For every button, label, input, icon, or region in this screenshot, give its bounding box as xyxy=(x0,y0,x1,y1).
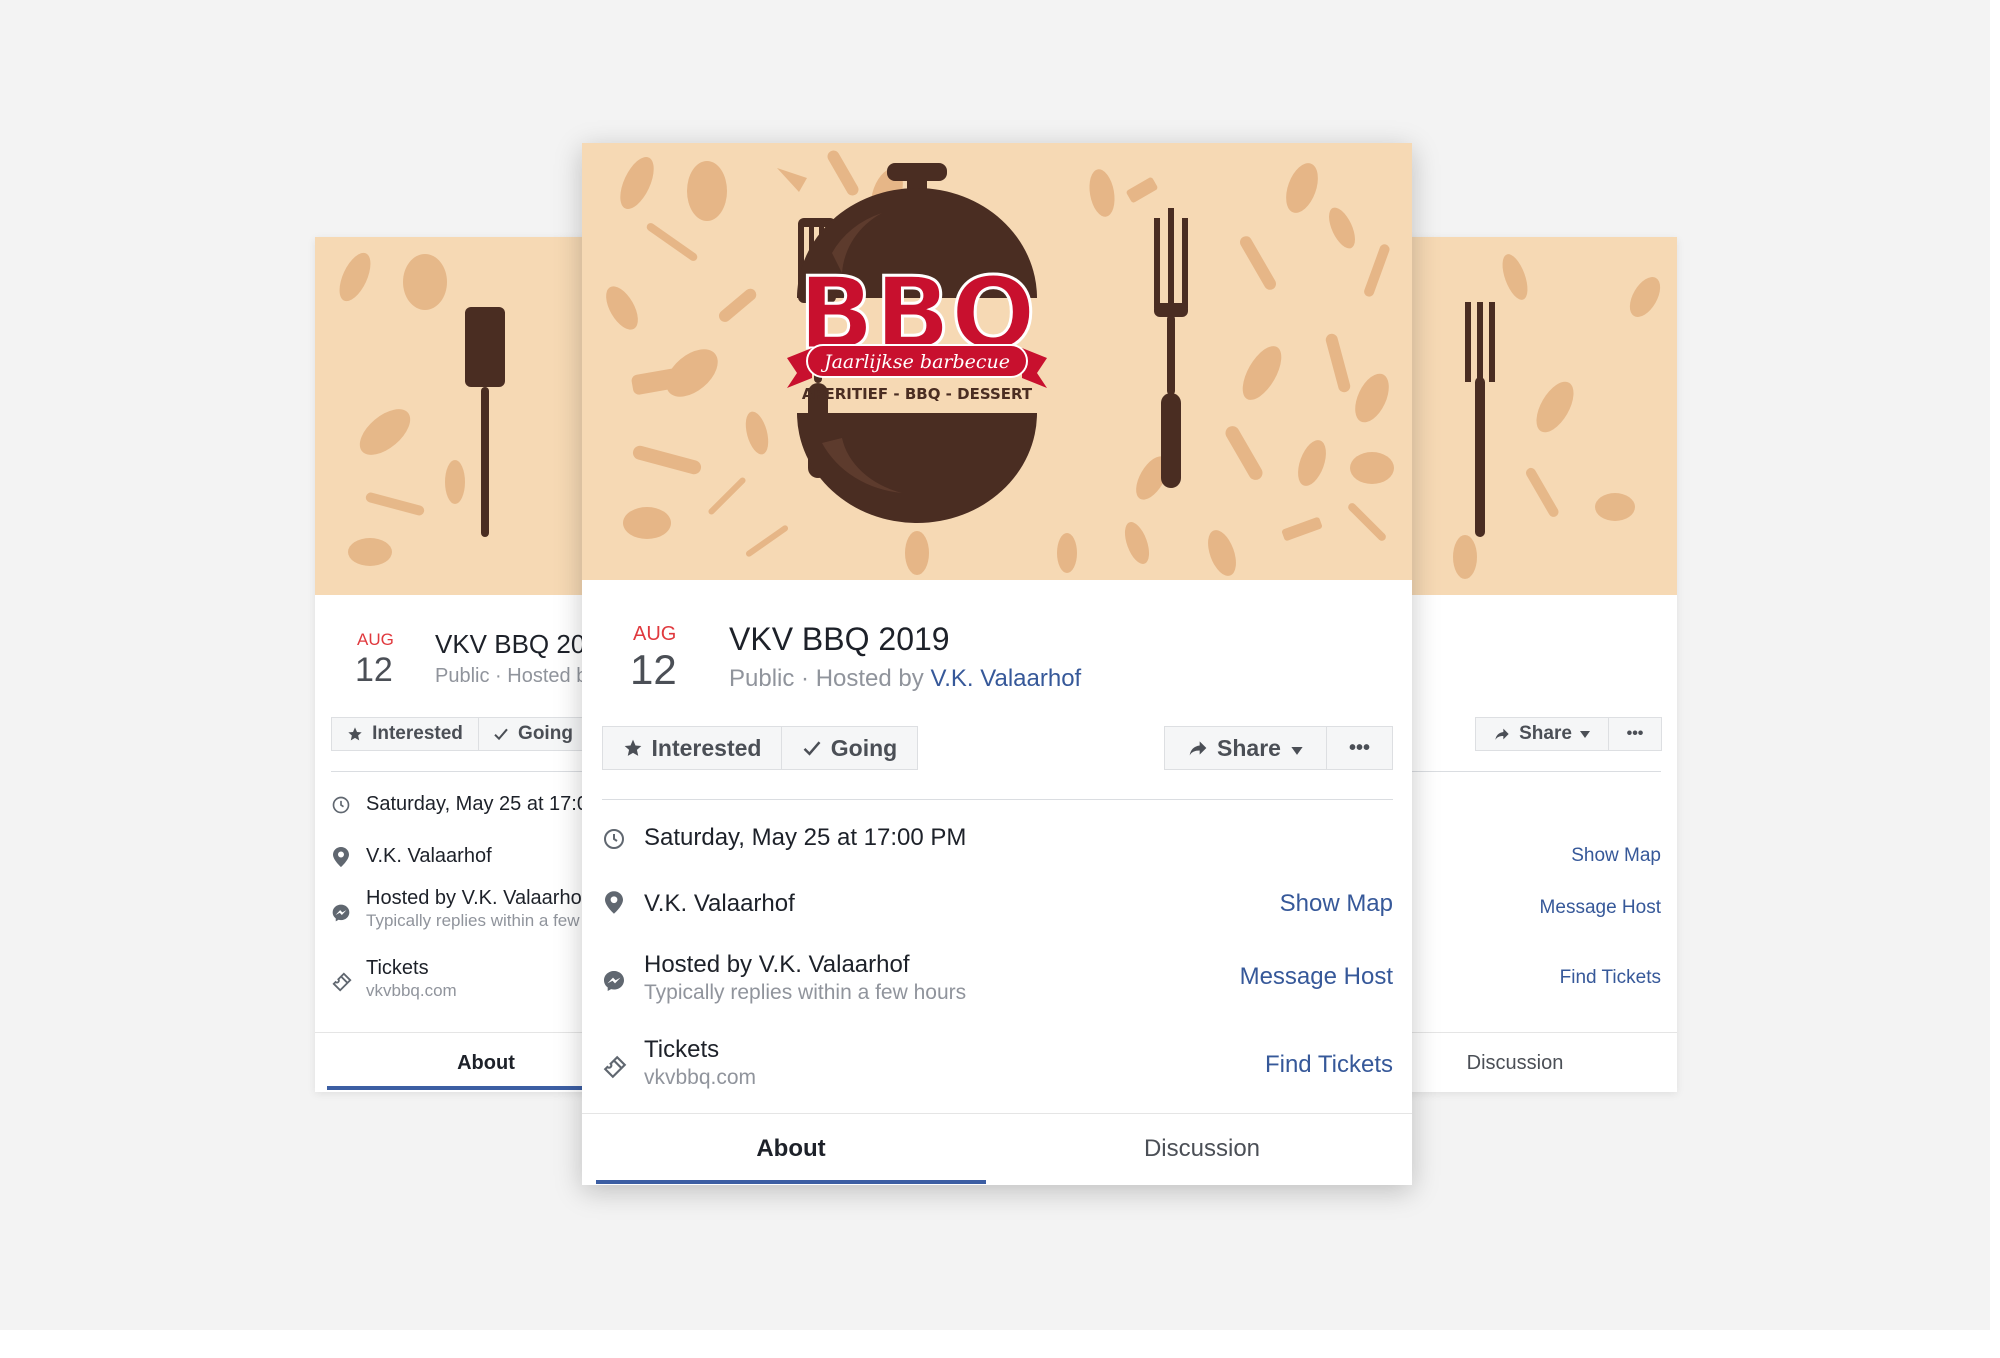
event-day: 12 xyxy=(355,651,393,689)
interested-button[interactable]: Interested xyxy=(331,717,479,751)
tab-bar: About Discussion xyxy=(582,1113,1412,1185)
star-icon xyxy=(623,738,643,758)
event-day: 12 xyxy=(630,646,677,693)
cover-image: BBQ Jaarlijkse barbecue APERITIEF - BBQ … xyxy=(582,143,1412,580)
check-icon xyxy=(802,738,822,758)
going-button[interactable]: Going xyxy=(781,726,918,770)
event-visibility: Public xyxy=(435,665,490,687)
page-background: AUG 12 VKV BBQ 2019 Public · Hosted by V… xyxy=(0,0,1990,1330)
interested-button[interactable]: Interested xyxy=(602,726,782,770)
clock-icon xyxy=(602,827,626,851)
more-options-button[interactable]: ••• xyxy=(1326,726,1393,770)
clock-icon xyxy=(331,795,351,815)
hosted-by-prefix: · Hosted by xyxy=(801,665,924,692)
event-card: BBQ Jaarlijkse barbecue APERITIEF - BBQ … xyxy=(582,143,1412,1185)
datetime-row: Saturday, May 25 at 17:00 PM xyxy=(602,813,1393,863)
event-title: VKV BBQ 2019 xyxy=(729,621,950,657)
cover-subline: APERITIEF - BBQ - DESSERT xyxy=(802,385,1033,403)
message-host-link[interactable]: Message Host xyxy=(1540,897,1661,919)
location-pin-icon xyxy=(605,891,623,914)
share-arrow-icon xyxy=(1494,726,1510,742)
bbq-cover-art: BBQ Jaarlijkse barbecue APERITIEF - BBQ … xyxy=(606,150,1394,576)
ticket-icon xyxy=(602,1054,628,1080)
event-month: AUG xyxy=(357,630,394,649)
header-divider xyxy=(602,799,1393,800)
host-link[interactable]: V.K. Valaarhof xyxy=(930,665,1081,692)
more-options-button[interactable]: ••• xyxy=(1608,717,1662,751)
going-button[interactable]: Going xyxy=(478,717,588,751)
tickets-row: Tickets vkvbbq.com Find Tickets xyxy=(602,1036,1393,1100)
host-row: Hosted by V.K. Valaarhof Typically repli… xyxy=(602,951,1393,1015)
event-subtitle: Public · Hosted by V.K. Valaarhof xyxy=(729,665,1081,693)
chevron-down-icon xyxy=(1579,723,1590,745)
share-arrow-icon xyxy=(1188,738,1208,758)
share-button[interactable]: Share xyxy=(1475,717,1609,751)
show-map-link[interactable]: Show Map xyxy=(1280,890,1393,918)
event-month: AUG xyxy=(633,623,677,645)
message-host-link[interactable]: Message Host xyxy=(1240,963,1393,991)
location-pin-icon xyxy=(333,847,349,867)
tab-discussion[interactable]: Discussion xyxy=(1002,1114,1402,1184)
show-map-link[interactable]: Show Map xyxy=(1571,845,1661,867)
tab-about[interactable]: About xyxy=(596,1114,986,1184)
event-visibility: Public xyxy=(729,665,795,692)
share-button[interactable]: Share xyxy=(1164,726,1327,770)
chevron-down-icon xyxy=(1291,735,1303,762)
find-tickets-link[interactable]: Find Tickets xyxy=(1560,967,1661,989)
location-row: V.K. Valaarhof Show Map xyxy=(602,879,1393,929)
messenger-icon xyxy=(602,969,626,993)
check-icon xyxy=(493,726,509,742)
ticket-icon xyxy=(331,971,353,993)
star-icon xyxy=(347,726,363,742)
messenger-icon xyxy=(331,903,351,923)
find-tickets-link[interactable]: Find Tickets xyxy=(1265,1051,1393,1079)
cover-ribbon-text: Jaarlijkse barbecue xyxy=(820,351,1010,373)
